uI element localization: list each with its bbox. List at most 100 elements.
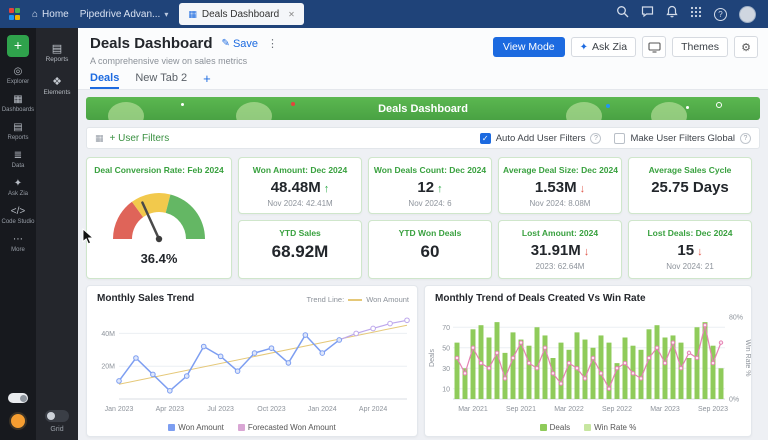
chart-title: Monthly Sales Trend (97, 293, 194, 304)
deals-vs-win-rate-chart[interactable]: 103050700%80%Mar 2021Sep 2021Mar 2022Sep… (427, 308, 751, 418)
kpi-card-average-sales-cycle[interactable]: Average Sales Cycle 25.75 Days (628, 157, 752, 214)
explorer-icon: ◎ (14, 67, 23, 77)
themes-button[interactable]: Themes (672, 37, 728, 57)
banner-decoration (606, 104, 610, 108)
auto-add-help-icon[interactable]: ? (590, 133, 601, 144)
kpi-value: 48.48M (271, 179, 321, 196)
panel-item-reports[interactable]: ▤ Reports (36, 37, 78, 70)
close-tab-icon[interactable]: ✕ (288, 10, 295, 19)
kpi-title: Average Sales Cycle (629, 165, 751, 175)
notifications-bell-icon[interactable] (666, 5, 678, 23)
svg-text:80%: 80% (729, 315, 743, 322)
sidebar-item-more[interactable]: ⋯ More (0, 230, 36, 258)
trend-line-legend: Trend Line: Won Amount (307, 295, 409, 304)
legend-win-rate[interactable]: Win Rate % (584, 423, 636, 432)
sidebar-mode-toggle[interactable] (8, 393, 28, 403)
account-avatar[interactable] (9, 412, 27, 430)
kpi-card-average-deal-size[interactable]: Average Deal Size: Dec 2024 1.53M ↓ Nov … (498, 157, 622, 214)
kpi-value: 12 (417, 179, 434, 196)
home-label: Home (42, 9, 69, 20)
code-icon: </> (11, 207, 25, 217)
dashboard-icon: ▦ (188, 9, 197, 20)
save-icon: ✎ (222, 38, 230, 49)
grid-toggle[interactable] (45, 410, 69, 422)
save-button[interactable]: ✎ Save (222, 38, 258, 50)
kpi-comparison: Nov 2024: 42.41M (239, 199, 361, 208)
kpi-card-ytd-sales[interactable]: YTD Sales 68.92M (238, 220, 362, 279)
svg-text:30: 30 (442, 366, 450, 373)
kpi-title: Deal Conversion Rate: Feb 2024 (87, 165, 231, 175)
panel-elements-icon: ❖ (52, 77, 62, 87)
dashboard-header: Deals Dashboard ✎ Save ⋮ A comprehensive… (78, 28, 768, 90)
auto-add-user-filters-checkbox[interactable]: ✓ (480, 133, 491, 144)
user-avatar[interactable] (739, 6, 756, 23)
tab-deals[interactable]: Deals (90, 72, 119, 89)
banner-decoration (108, 102, 144, 120)
zoho-analytics-logo[interactable] (8, 8, 21, 21)
main-content: Deals Dashboard ✎ Save ⋮ A comprehensive… (78, 28, 768, 440)
add-tab-button[interactable]: + (203, 71, 211, 89)
sidebar-item-reports[interactable]: ▤ Reports (0, 118, 36, 146)
svg-text:Jan 2024: Jan 2024 (308, 406, 337, 413)
kpi-card-won-amount[interactable]: Won Amount: Dec 2024 48.48M ↑ Nov 2024: … (238, 157, 362, 214)
trend-up-icon: ↑ (437, 183, 443, 195)
sidebar-item-explorer[interactable]: ◎ Explorer (0, 62, 36, 90)
sidebar-item-dashboards[interactable]: ▦ Dashboards (0, 90, 36, 118)
deals-vs-win-rate-widget[interactable]: Monthly Trend of Deals Created Vs Win Ra… (424, 285, 752, 437)
kpi-title: Average Deal Size: Dec 2024 (499, 165, 621, 175)
svg-text:Sep 2021: Sep 2021 (506, 406, 536, 413)
monthly-sales-trend-widget[interactable]: Monthly Sales Trend Trend Line: Won Amou… (86, 285, 418, 437)
search-icon[interactable] (616, 5, 629, 23)
svg-text:Jul 2023: Jul 2023 (207, 406, 234, 413)
help-icon[interactable]: ? (714, 8, 727, 21)
sidebar-item-code-studio[interactable]: </> Code Studio (0, 202, 36, 230)
svg-text:Jan 2023: Jan 2023 (105, 406, 134, 413)
primary-sidebar: + ◎ Explorer ▦ Dashboards ▤ Reports ≣ Da… (0, 28, 36, 440)
sidebar-item-data[interactable]: ≣ Data (0, 146, 36, 174)
kpi-title: YTD Won Deals (369, 228, 491, 238)
user-filters-bar: ▦ + User Filters ✓ Auto Add User Filters… (86, 127, 760, 149)
open-dashboard-tab[interactable]: ▦ Deals Dashboard ✕ (179, 3, 303, 25)
global-help-icon[interactable]: ? (740, 133, 751, 144)
banner-widget[interactable]: Deals Dashboard (86, 97, 760, 120)
legend-forecasted-won-amount[interactable]: Forecasted Won Amount (238, 423, 336, 432)
svg-text:Apr 2024: Apr 2024 (359, 406, 388, 413)
reports-icon: ▤ (13, 123, 22, 133)
make-filters-global-checkbox[interactable]: ✓ (614, 133, 625, 144)
kpi-card-lost-amount[interactable]: Lost Amount: 2024 31.91M ↓ 2023: 62.64M (498, 220, 622, 279)
chart-legend: Won Amount Forecasted Won Amount (87, 423, 417, 432)
apps-grid-icon[interactable] (690, 5, 702, 23)
create-new-button[interactable]: + (7, 35, 29, 57)
kpi-value: 25.75 Days (651, 179, 729, 196)
kpi-title: Lost Amount: 2024 (499, 228, 621, 238)
feedback-icon[interactable] (641, 5, 654, 23)
ask-zia-button[interactable]: ✦ Ask Zia (571, 37, 636, 57)
svg-text:Mar 2021: Mar 2021 (458, 406, 488, 413)
legend-swatch (540, 424, 547, 431)
add-user-filters-button[interactable]: + User Filters (110, 133, 170, 144)
present-screen-button[interactable] (642, 36, 666, 58)
legend-won-amount[interactable]: Won Amount (168, 423, 224, 432)
kpi-card-won-deals-count[interactable]: Won Deals Count: Dec 2024 12 ↑ Nov 2024:… (368, 157, 492, 214)
kpi-card-lost-deals[interactable]: Lost Deals: Dec 2024 15 ↓ Nov 2024: 21 (628, 220, 752, 279)
page-title: Deals Dashboard (90, 35, 213, 52)
top-navbar: ⌂ Home Pipedrive Advan... ▾ ▦ Deals Dash… (0, 0, 768, 28)
svg-text:50: 50 (442, 345, 450, 352)
sidebar-item-ask-zia[interactable]: ✦ Ask Zia (0, 174, 36, 202)
settings-gear-icon[interactable]: ⚙ (734, 36, 758, 58)
view-mode-button[interactable]: View Mode (493, 37, 565, 57)
kpi-card-deal-conversion-rate[interactable]: Deal Conversion Rate: Feb 2024 36.4% (86, 157, 232, 279)
svg-text:Apr 2023: Apr 2023 (156, 406, 185, 413)
more-options-icon[interactable]: ⋮ (267, 37, 278, 50)
monthly-sales-trend-chart[interactable]: 20M40MJan 2023Apr 2023Jul 2023Oct 2023Ja… (91, 308, 415, 418)
kpi-value: 15 (677, 242, 694, 259)
legend-deals[interactable]: Deals (540, 423, 570, 432)
kpi-value: 60 (421, 242, 440, 262)
kpi-card-ytd-won-deals[interactable]: YTD Won Deals 60 (368, 220, 492, 279)
kpi-comparison: Nov 2024: 6 (369, 199, 491, 208)
workspace-switcher[interactable]: Pipedrive Advan... ▾ (80, 9, 169, 20)
panel-item-elements[interactable]: ❖ Elements (36, 70, 78, 103)
make-filters-global-label: Make User Filters Global (630, 133, 735, 144)
home-button[interactable]: ⌂ Home (32, 9, 69, 20)
tab-new-tab-2[interactable]: New Tab 2 (135, 72, 187, 89)
